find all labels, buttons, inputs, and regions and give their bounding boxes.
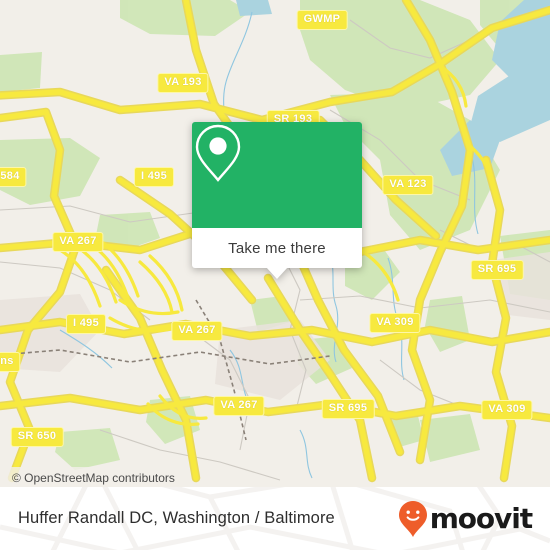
road-shield-label: VA 267 — [213, 396, 265, 416]
road-shield-label: VA 309 — [369, 313, 421, 333]
card-icon-area — [192, 122, 362, 228]
card-pointer-tail — [266, 267, 288, 279]
road-shield-label: SR 695 — [321, 399, 375, 419]
road-shield-label: SR 695 — [470, 260, 524, 280]
take-me-there-label: Take me there — [228, 239, 326, 257]
location-info-card[interactable]: Take me there — [192, 122, 362, 279]
road-shield-label: 584 — [0, 167, 27, 187]
footer-bar: Huffer Randall DC, Washington / Baltimor… — [0, 487, 550, 550]
location-pin-icon — [195, 124, 241, 182]
road-shield-label: I 495 — [66, 314, 106, 334]
road-shield-label: ns — [0, 352, 21, 372]
road-shield-label: VA 193 — [157, 73, 209, 93]
road-shield-label: I 495 — [134, 167, 174, 187]
take-me-there-button[interactable]: Take me there — [192, 228, 362, 279]
road-shield-label: VA 309 — [481, 400, 533, 420]
moovit-wordmark: moovit — [429, 501, 533, 535]
moovit-logo[interactable]: moovit — [398, 500, 533, 538]
screenshot-root: GWMP VA 193 SR 193 VA 123 I 495 584 VA 267 SR 6… — [0, 0, 550, 550]
map-canvas[interactable]: GWMP VA 193 SR 193 VA 123 I 495 584 VA 267 SR 6… — [0, 0, 550, 487]
place-title: Huffer Randall DC, Washington / Baltimor… — [18, 509, 335, 527]
road-shield-label: VA 123 — [382, 175, 434, 195]
map-attribution[interactable]: © OpenStreetMap contributors — [0, 467, 183, 487]
road-shield-label: VA 267 — [171, 321, 223, 341]
road-shield-label: VA 267 — [52, 232, 104, 252]
road-shield-label: GWMP — [296, 10, 348, 30]
moovit-smiley-pin-icon — [398, 500, 427, 537]
road-shield-label: SR 650 — [10, 427, 64, 447]
